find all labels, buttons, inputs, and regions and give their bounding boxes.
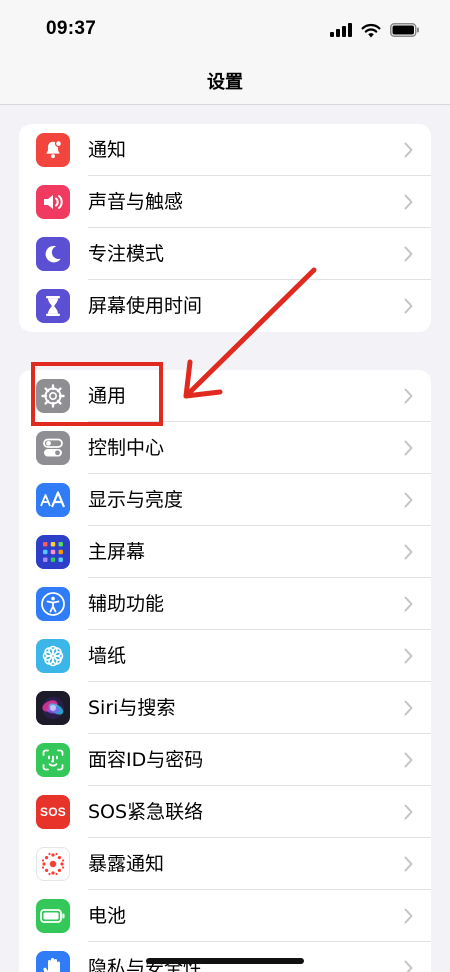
- chevron-right-icon: [404, 544, 413, 560]
- settings-row-label: 屏幕使用时间: [88, 295, 203, 317]
- chevron-right-icon: [404, 298, 413, 314]
- settings-row-label: 主屏幕: [88, 541, 146, 563]
- chevron-right-icon: [404, 908, 413, 924]
- settings-row-label: 显示与亮度: [88, 489, 184, 511]
- settings-row-notifications[interactable]: 通知: [19, 124, 431, 176]
- sos-icon: SOS: [36, 795, 70, 829]
- chevron-right-icon: [404, 440, 413, 456]
- settings-row-battery[interactable]: 电池: [19, 890, 431, 942]
- text-size-icon: [36, 483, 70, 517]
- settings-row-label: Siri与搜索: [88, 697, 176, 719]
- bell-icon: [36, 133, 70, 167]
- settings-row-label: 专注模式: [88, 243, 165, 265]
- cellular-signal-icon: [330, 23, 352, 37]
- hourglass-icon: [36, 289, 70, 323]
- chevron-right-icon: [404, 596, 413, 612]
- chevron-right-icon: [404, 804, 413, 820]
- chevron-right-icon: [404, 246, 413, 262]
- accessibility-icon: [36, 587, 70, 621]
- status-icons: [330, 20, 420, 40]
- speaker-icon: [36, 185, 70, 219]
- settings-row-privacy[interactable]: 隐私与安全性: [19, 942, 431, 972]
- status-time: 09:37: [46, 18, 97, 39]
- chevron-right-icon: [404, 856, 413, 872]
- settings-row-display[interactable]: 显示与亮度: [19, 474, 431, 526]
- flower-icon: [36, 639, 70, 673]
- annotation-highlight-box: [31, 362, 163, 426]
- chevron-right-icon: [404, 700, 413, 716]
- settings-row-label: 面容ID与密码: [88, 749, 204, 771]
- chevron-right-icon: [404, 388, 413, 404]
- settings-row-focus[interactable]: 专注模式: [19, 228, 431, 280]
- settings-row-label: 暴露通知: [88, 853, 165, 875]
- wifi-icon: [361, 23, 381, 37]
- hand-icon: [36, 951, 70, 972]
- settings-row-wallpaper[interactable]: 墙纸: [19, 630, 431, 682]
- app-grid-icon: [36, 535, 70, 569]
- siri-icon: [36, 691, 70, 725]
- settings-row-label: 控制中心: [88, 437, 165, 459]
- settings-row-face-id[interactable]: 面容ID与密码: [19, 734, 431, 786]
- settings-row-screen-time[interactable]: 屏幕使用时间: [19, 280, 431, 332]
- settings-group-1: 通知 声音与触感 专注模式 屏幕使用时间: [19, 124, 431, 332]
- settings-row-home-screen[interactable]: 主屏幕: [19, 526, 431, 578]
- toggles-icon: [36, 431, 70, 465]
- moon-icon: [36, 237, 70, 271]
- settings-row-accessibility[interactable]: 辅助功能: [19, 578, 431, 630]
- chevron-right-icon: [404, 752, 413, 768]
- face-id-icon: [36, 743, 70, 777]
- settings-row-label: SOS紧急联络: [88, 801, 204, 823]
- settings-row-siri[interactable]: Siri与搜索: [19, 682, 431, 734]
- settings-row-label: 墙纸: [88, 645, 127, 667]
- settings-row-sounds[interactable]: 声音与触感: [19, 176, 431, 228]
- chevron-right-icon: [404, 194, 413, 210]
- page-title: 设置: [207, 72, 243, 93]
- battery-icon: [390, 23, 419, 37]
- chevron-right-icon: [404, 142, 413, 158]
- settings-row-label: 通知: [88, 139, 127, 161]
- settings-row-label: 声音与触感: [88, 191, 184, 213]
- chevron-right-icon: [404, 648, 413, 664]
- battery-setting-icon: [36, 899, 70, 933]
- status-bar: 09:37: [0, 0, 450, 60]
- settings-row-control-center[interactable]: 控制中心: [19, 422, 431, 474]
- chevron-right-icon: [404, 960, 413, 972]
- settings-row-exposure-notifications[interactable]: 暴露通知: [19, 838, 431, 890]
- chevron-right-icon: [404, 492, 413, 508]
- settings-group-2: 通用 控制中心 显示与亮度 主屏幕 辅助功能 墙纸 Siri与搜索 面容ID与密…: [19, 370, 431, 972]
- nav-bar: 设置: [0, 60, 450, 105]
- home-indicator[interactable]: [146, 958, 304, 964]
- sos-icon-text: SOS: [40, 805, 66, 819]
- settings-row-label: 辅助功能: [88, 593, 165, 615]
- settings-row-emergency-sos[interactable]: SOS SOS紧急联络: [19, 786, 431, 838]
- settings-row-label: 电池: [88, 905, 127, 927]
- exposure-icon: [36, 847, 70, 881]
